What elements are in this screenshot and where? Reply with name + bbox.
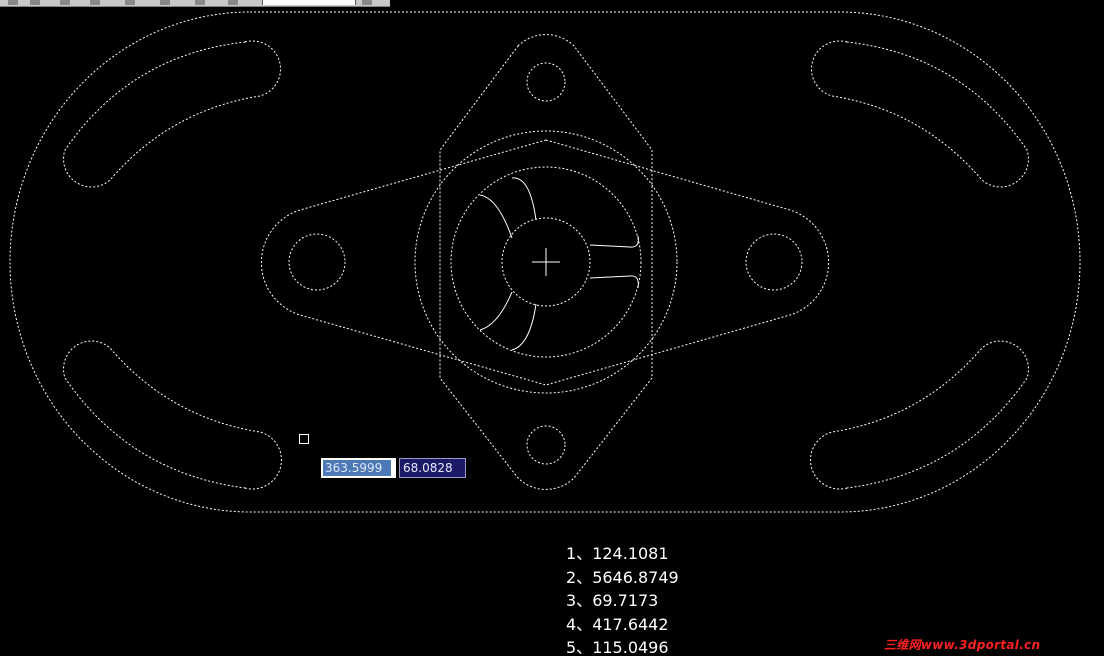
slot-left-top [63,40,281,188]
hole-top [526,62,566,102]
list-item: 4、417.6442 [566,613,679,637]
hole-bottom [526,425,566,465]
result-value: 115.0496 [592,638,669,656]
cad-geometry[interactable] [0,0,1104,656]
slot-right-top [811,40,1029,188]
hole-right [745,233,803,291]
list-item: 3、69.7173 [566,589,679,613]
spoke-right [589,235,639,289]
list-item: 2、5646.8749 [566,566,679,590]
slot-right-bottom [810,340,1029,490]
result-value: 5646.8749 [592,567,679,587]
watermark-text: 三维网www.3dportal.cn [884,638,1041,652]
result-value: 124.1081 [592,544,669,563]
dynamic-input-x-value: 363.5999 [323,460,391,476]
spoke-lower [479,291,537,351]
result-index: 4、 [566,614,593,634]
result-index: 5、 [566,638,593,656]
list-item: 5、115.0496 [566,636,679,656]
hole-left [288,233,346,291]
cursor-pickbox [299,434,309,444]
slot-left-bottom [63,340,282,490]
dynamic-input-y-value: 68.0828 [403,461,453,475]
cad-drawing-area[interactable]: 363.5999 68.0828 1、124.1081 2、5646.8749 … [0,0,1104,656]
results-list: 1、124.1081 2、5646.8749 3、69.7173 4、417.6… [566,542,679,656]
result-index: 1、 [566,544,593,563]
dynamic-input-y-field[interactable]: 68.0828 [399,458,466,478]
result-value: 417.6442 [592,614,669,634]
list-item: 1、124.1081 [566,542,679,566]
result-value: 69.7173 [592,591,659,611]
dynamic-input-x-field[interactable]: 363.5999 [321,458,396,478]
result-index: 3、 [566,591,593,611]
result-index: 2、 [566,567,593,587]
